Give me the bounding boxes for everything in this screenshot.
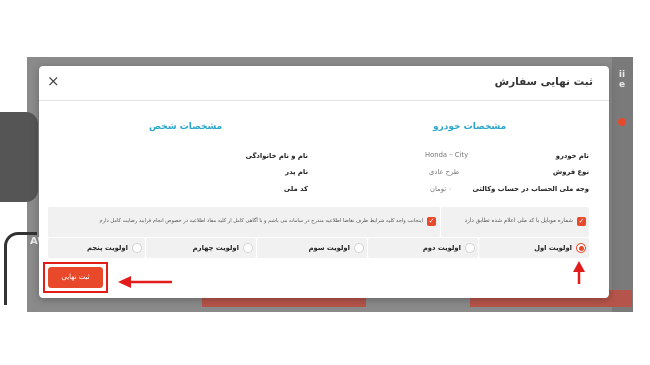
sale-type-label: نوع فروش bbox=[552, 168, 589, 176]
priority-option-5[interactable]: اولویت پنجم bbox=[48, 238, 145, 258]
consent-mobile-row[interactable]: ✓ شماره موبایل با کد ملی اعلام شده تطابق… bbox=[441, 207, 589, 237]
vehicle-name-label: نام خودرو bbox=[555, 152, 589, 160]
priority-2-radio[interactable] bbox=[465, 243, 475, 253]
priority-3-label: اولویت سوم bbox=[308, 244, 350, 252]
background-car-card bbox=[0, 112, 38, 305]
father-name-label: نام پدر bbox=[285, 168, 308, 176]
priority-1-label: اولویت اول bbox=[534, 244, 572, 252]
deposit-label: وجه ملی الحساب در حساب وکالتی bbox=[472, 185, 589, 193]
vehicle-specs-title: مشخصات خودرو bbox=[433, 122, 507, 132]
submit-button[interactable]: ثبت نهایی bbox=[48, 267, 103, 288]
background-logo-dot bbox=[618, 118, 626, 126]
full-name-label: نام و نام خانوادگی bbox=[245, 152, 308, 160]
priority-option-4[interactable]: اولویت چهارم bbox=[146, 238, 256, 258]
close-icon[interactable]: × bbox=[47, 72, 60, 90]
consent-terms-checkbox[interactable]: ✓ bbox=[427, 217, 436, 226]
final-order-modal: ثبت نهایی سفارش × مشخصات خودرو مشخصات شخ… bbox=[39, 66, 609, 298]
priority-1-radio[interactable] bbox=[576, 243, 586, 253]
national-id-label: کد ملی bbox=[283, 185, 308, 193]
deposit-value: ۰ تومان bbox=[430, 185, 452, 193]
vehicle-name-value: Honda – City bbox=[425, 151, 469, 159]
priority-option-1[interactable]: اولویت اول bbox=[479, 238, 589, 258]
consent-terms-row[interactable]: ✓ اینجانب واجد کلیه شرایط طرف تقاضا اطلا… bbox=[48, 207, 440, 237]
modal-header: ثبت نهایی سفارش × bbox=[39, 66, 609, 101]
sale-type-value: طرح عادی bbox=[429, 168, 460, 176]
priority-3-radio[interactable] bbox=[354, 243, 364, 253]
priority-4-radio[interactable] bbox=[243, 243, 253, 253]
priority-5-label: اولویت پنجم bbox=[86, 244, 128, 252]
consent-mobile-checkbox[interactable]: ✓ bbox=[577, 217, 586, 226]
priority-2-label: اولویت دوم bbox=[422, 244, 461, 252]
background-right-strip bbox=[612, 57, 633, 312]
consent-mobile-text: شماره موبایل با کد ملی اعلام شده تطابق د… bbox=[464, 218, 573, 224]
background-logo: ii e bbox=[618, 70, 626, 90]
priority-option-2[interactable]: اولویت دوم bbox=[368, 238, 478, 258]
modal-title: ثبت نهایی سفارش bbox=[494, 76, 593, 88]
consent-terms-text: اینجانب واجد کلیه شرایط طرف تقاضا اطلاعی… bbox=[99, 218, 423, 224]
personal-specs-title: مشخصات شخص bbox=[149, 122, 223, 132]
priority-4-label: اولویت چهارم bbox=[192, 244, 239, 252]
priority-5-radio[interactable] bbox=[132, 243, 142, 253]
priority-option-3[interactable]: اولویت سوم bbox=[257, 238, 367, 258]
